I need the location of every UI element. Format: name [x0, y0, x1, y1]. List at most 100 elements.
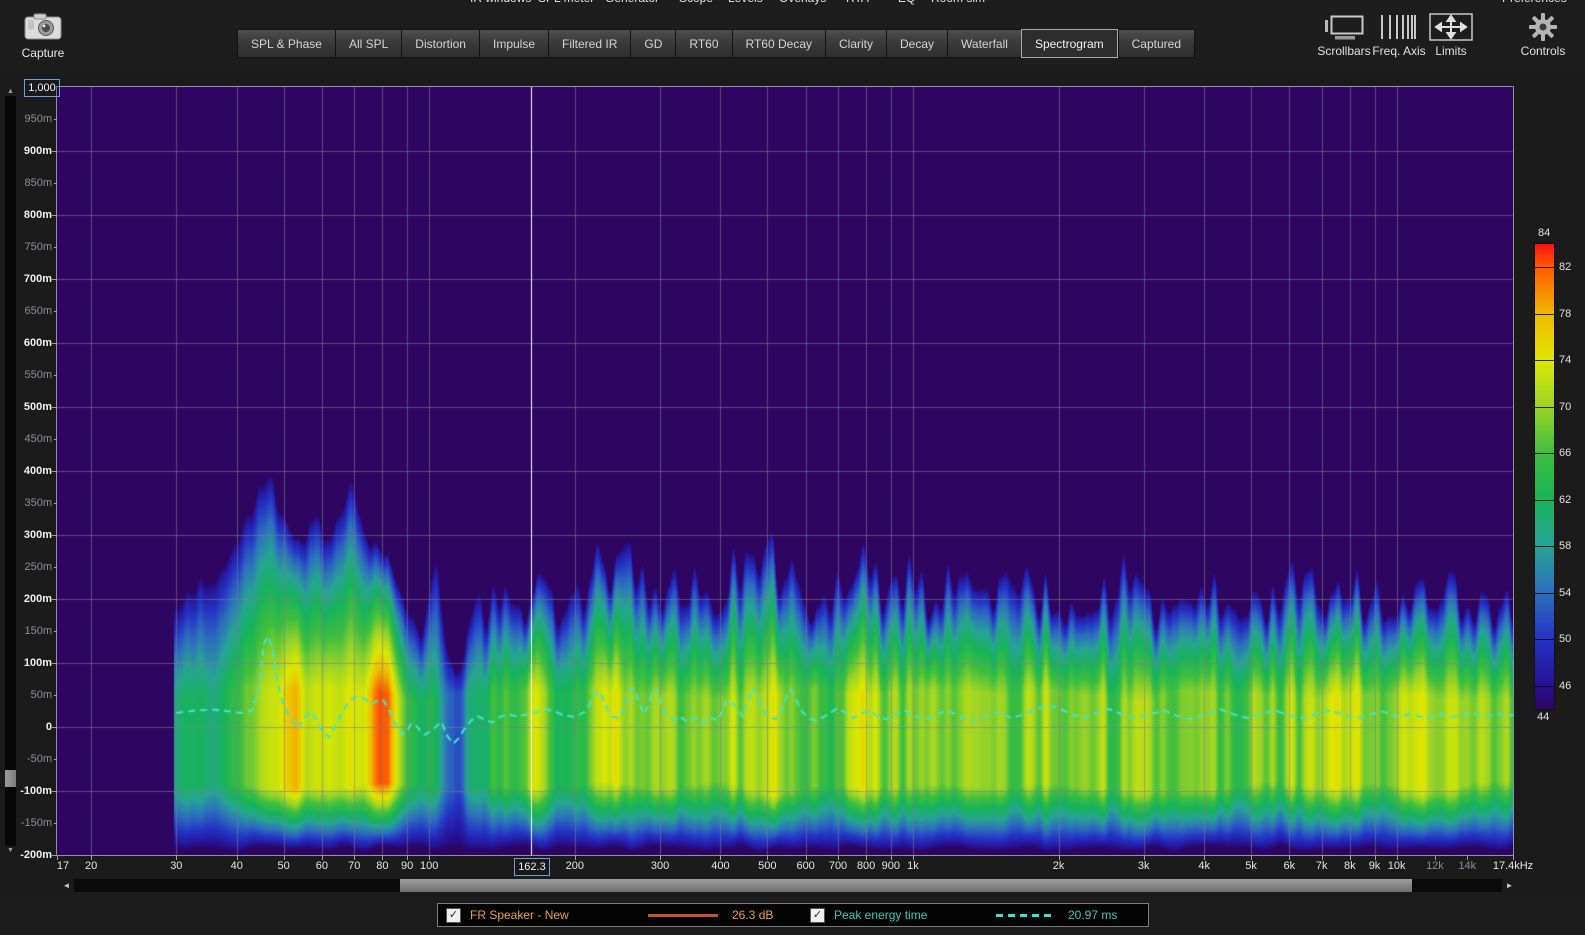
spectrogram-plot[interactable]: [56, 86, 1514, 856]
limits-button[interactable]: Limits: [1428, 12, 1474, 58]
x-tick-mark: [720, 856, 722, 860]
tab-decay[interactable]: Decay: [886, 29, 948, 58]
x-tick-mark: [1204, 856, 1206, 860]
x-tick-mark: [283, 856, 285, 860]
y-tick-mark: [54, 247, 57, 248]
menu-spl-meter[interactable]: SPL meter: [538, 0, 594, 6]
menu-scope[interactable]: Scope: [679, 0, 713, 6]
menu-generator[interactable]: Generator: [605, 0, 659, 6]
colorbar-tick: [1535, 499, 1554, 501]
vertical-scrollbar[interactable]: ▲ ▼: [5, 87, 16, 855]
tab-spl-phase[interactable]: SPL & Phase: [237, 29, 335, 58]
colorbar-tick: [1535, 406, 1554, 408]
colorbar-tick: [1535, 592, 1554, 594]
y-tick-mark: [54, 439, 57, 440]
colorbar-tick-label: 66: [1559, 447, 1572, 460]
menu-rta[interactable]: RTA: [846, 0, 869, 6]
horizontal-scrollbar[interactable]: ◄ ►: [60, 879, 1516, 892]
scroll-right-arrow[interactable]: ►: [1503, 879, 1516, 892]
tab-rt60[interactable]: RT60: [675, 29, 732, 58]
x-tick-label: 9k: [1368, 860, 1381, 872]
colorbar-tick-label: 54: [1559, 586, 1572, 599]
peak-energy-line-sample: [996, 913, 1052, 917]
capture-button[interactable]: Capture: [10, 10, 76, 68]
menu-overlays[interactable]: Overlays: [779, 0, 826, 6]
tab-spectrogram[interactable]: Spectrogram: [1020, 29, 1118, 58]
y-tick-mark: [54, 119, 57, 120]
x-tick-label: 17: [56, 860, 70, 872]
menu-ir-windows[interactable]: IR windows: [470, 0, 531, 6]
y-tick-mark: [52, 343, 57, 344]
x-tick-mark: [805, 856, 807, 860]
fr-speaker-line-sample: [648, 913, 718, 917]
colorbar-min-label: 44: [1537, 711, 1550, 723]
menu-eq[interactable]: EQ: [898, 0, 915, 6]
x-tick-label: 30: [170, 860, 183, 872]
x-tick-label: 80: [376, 860, 389, 872]
y-tick-mark: [52, 215, 57, 216]
y-axis-max-box[interactable]: 1,000: [24, 79, 60, 97]
x-tick-label: 8k: [1343, 860, 1356, 872]
controls-button[interactable]: Controls: [1516, 12, 1570, 58]
x-tick-label: 4k: [1198, 860, 1210, 872]
tab-all-spl[interactable]: All SPL: [334, 29, 402, 58]
colorbar-tick-label: 50: [1559, 633, 1572, 646]
x-tick-label: 500: [758, 860, 777, 872]
x-tick-mark: [429, 856, 431, 860]
x-tick-label: 2k: [1052, 860, 1065, 872]
x-tick-label: 900: [881, 860, 900, 872]
x-tick-mark: [57, 856, 58, 860]
colorbar-tick: [1535, 313, 1554, 315]
x-tick-label: 14k: [1458, 860, 1477, 872]
colorbar: 82 78 74 70 66 62 58 54 50 46: [1534, 243, 1571, 710]
x-tick-mark: [176, 856, 178, 860]
freq-axis-button[interactable]: Freq. Axis: [1372, 12, 1426, 58]
y-tick-mark: [52, 663, 57, 664]
colorbar-max-label: 84: [1538, 227, 1551, 239]
fr-speaker-checkbox[interactable]: ✓: [446, 907, 461, 923]
y-tick-mark: [54, 567, 57, 568]
limits-icon: [1428, 12, 1474, 42]
y-tick-mark: [54, 183, 57, 184]
y-tick-mark: [54, 631, 57, 632]
tab-gd[interactable]: GD: [630, 29, 676, 58]
x-tick-label: 40: [230, 860, 243, 872]
tab-waterfall[interactable]: Waterfall: [947, 29, 1021, 58]
horizontal-scroll-thumb[interactable]: [400, 879, 1412, 892]
x-tick-mark: [1251, 856, 1253, 860]
x-tick-label: 5k: [1245, 860, 1257, 872]
x-tick-label: 7k: [1315, 860, 1328, 872]
scroll-left-arrow[interactable]: ◄: [60, 879, 73, 892]
x-tick-label: 100: [420, 860, 439, 872]
peak-energy-checkbox[interactable]: ✓: [810, 907, 825, 923]
peak-energy-value: 20.97 ms: [1068, 908, 1118, 922]
tab-captured[interactable]: Captured: [1117, 29, 1196, 58]
menu-room-sim[interactable]: Room sim: [931, 0, 985, 6]
x-tick-label: 3k: [1137, 860, 1150, 872]
graph-tabbar: SPL & Phase All SPL Distortion Impulse Filte…: [237, 29, 1196, 58]
tab-filtered-ir[interactable]: Filtered IR: [548, 29, 631, 58]
tab-clarity[interactable]: Clarity: [825, 29, 887, 58]
x-cursor-readout[interactable]: 162.3: [513, 858, 550, 876]
y-tick-mark: [54, 759, 57, 760]
menu-preferences[interactable]: Preferences: [1502, 0, 1567, 6]
freq-axis-icon: [1372, 12, 1426, 42]
x-tick-mark: [1374, 856, 1376, 860]
y-tick-mark: [52, 535, 57, 536]
x-tick-mark: [1513, 856, 1514, 860]
scroll-down-arrow[interactable]: ▼: [5, 846, 16, 855]
scrollbars-button[interactable]: Scrollbars: [1316, 12, 1372, 58]
scroll-up-arrow[interactable]: ▲: [5, 87, 16, 96]
x-tick-label: 6k: [1283, 860, 1296, 872]
fr-speaker-label: FR Speaker - New: [470, 908, 569, 922]
menubar: IR windows SPL meter Generator Scope Lev…: [0, 0, 1585, 8]
tab-distortion[interactable]: Distortion: [401, 29, 479, 58]
fr-speaker-value: 26.3 dB: [732, 908, 774, 922]
tab-rt60-decay[interactable]: RT60 Decay: [731, 29, 825, 58]
vertical-scroll-thumb[interactable]: [5, 770, 16, 787]
x-tick-mark: [1396, 856, 1398, 860]
menu-levels[interactable]: Levels: [728, 0, 763, 6]
x-tick-label: 300: [650, 860, 670, 872]
x-tick-label: 90: [400, 860, 414, 872]
tab-impulse[interactable]: Impulse: [478, 29, 549, 58]
